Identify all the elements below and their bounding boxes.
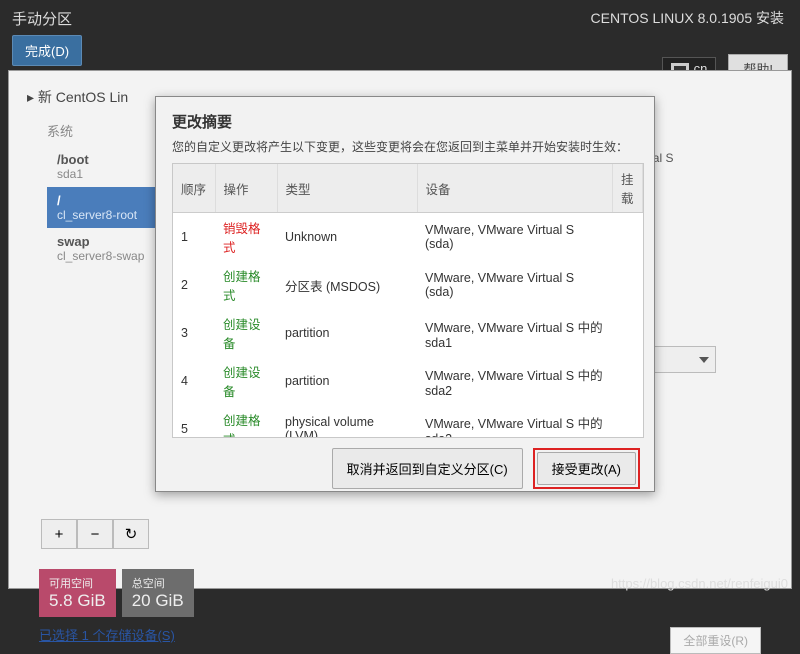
summary-dialog: 更改摘要 您的自定义更改将产生以下变更，这些变更将会在您返回到主菜单并开始安装时… <box>155 96 655 492</box>
total-space-label: 总空间 <box>132 575 184 591</box>
reload-button[interactable]: ↻ <box>113 519 149 549</box>
cell-device: VMware, VMware Virtual S 中的 sda1 <box>417 309 613 357</box>
cell-type: 分区表 (MSDOS) <box>277 261 417 309</box>
available-space-label: 可用空间 <box>49 575 106 591</box>
col-order[interactable]: 顺序 <box>173 164 215 213</box>
total-space-value: 20 GiB <box>132 591 184 611</box>
available-space-value: 5.8 GiB <box>49 591 106 611</box>
accept-button[interactable]: 接受更改(A) <box>537 452 636 485</box>
cell-operation: 销毁格式 <box>215 213 277 262</box>
accept-highlight: 接受更改(A) <box>533 448 640 489</box>
cell-order: 5 <box>173 405 215 438</box>
cell-device: VMware, VMware Virtual S 中的 sda2 <box>417 357 613 405</box>
installer-label: CENTOS LINUX 8.0.1905 安装 <box>591 8 784 28</box>
available-space-box: 可用空间 5.8 GiB <box>39 569 116 617</box>
cell-mount <box>613 213 643 262</box>
cell-type: partition <box>277 309 417 357</box>
cell-order: 4 <box>173 357 215 405</box>
watermark-text: https://blog.csdn.net/renfeigui0 <box>611 576 788 591</box>
table-row[interactable]: 1销毁格式UnknownVMware, VMware Virtual S (sd… <box>173 213 643 262</box>
table-row[interactable]: 5创建格式physical volume (LVM)VMware, VMware… <box>173 405 643 438</box>
cell-order: 3 <box>173 309 215 357</box>
cell-order: 2 <box>173 261 215 309</box>
cell-type: Unknown <box>277 213 417 262</box>
reset-all-button[interactable]: 全部重设(R) <box>670 627 761 654</box>
cell-device: VMware, VMware Virtual S (sda) <box>417 213 613 262</box>
col-mount[interactable]: 挂载 <box>613 164 643 213</box>
table-row[interactable]: 2创建格式分区表 (MSDOS)VMware, VMware Virtual S… <box>173 261 643 309</box>
cell-operation: 创建格式 <box>215 405 277 438</box>
table-row[interactable]: 4创建设备partitionVMware, VMware Virtual S 中… <box>173 357 643 405</box>
done-button[interactable]: 完成(D) <box>12 35 82 66</box>
cancel-button[interactable]: 取消并返回到自定义分区(C) <box>332 448 523 489</box>
table-row[interactable]: 3创建设备partitionVMware, VMware Virtual S 中… <box>173 309 643 357</box>
remove-mount-button[interactable]: − <box>77 519 113 549</box>
col-type[interactable]: 类型 <box>277 164 417 213</box>
col-device[interactable]: 设备 <box>417 164 613 213</box>
cell-type: physical volume (LVM) <box>277 405 417 438</box>
cell-mount <box>613 357 643 405</box>
dialog-title: 更改摘要 <box>156 97 654 138</box>
changes-table: 顺序 操作 类型 设备 挂载 1销毁格式UnknownVMware, VMwar… <box>173 164 643 438</box>
cell-type: partition <box>277 357 417 405</box>
add-mount-button[interactable]: + <box>41 519 77 549</box>
cell-operation: 创建设备 <box>215 357 277 405</box>
storage-devices-link[interactable]: 已选择 1 个存储设备(S) <box>39 625 175 644</box>
dialog-description: 您的自定义更改将产生以下变更，这些变更将会在您返回到主菜单并开始安装时生效： <box>156 138 654 163</box>
space-summary: 可用空间 5.8 GiB 总空间 20 GiB <box>39 569 194 617</box>
table-body: 1销毁格式UnknownVMware, VMware Virtual S (sd… <box>173 213 643 439</box>
cell-mount <box>613 309 643 357</box>
table-header-row: 顺序 操作 类型 设备 挂载 <box>173 164 643 213</box>
cell-mount <box>613 405 643 438</box>
cell-operation: 创建格式 <box>215 261 277 309</box>
changes-table-wrap: 顺序 操作 类型 设备 挂载 1销毁格式UnknownVMware, VMwar… <box>172 163 644 438</box>
header-left: 手动分区 完成(D) <box>12 8 82 66</box>
cell-device: VMware, VMware Virtual S (sda) <box>417 261 613 309</box>
cell-operation: 创建设备 <box>215 309 277 357</box>
col-operation[interactable]: 操作 <box>215 164 277 213</box>
mount-toolbar: + − ↻ <box>41 519 149 549</box>
cell-device: VMware, VMware Virtual S 中的 sda2 <box>417 405 613 438</box>
dialog-button-row: 取消并返回到自定义分区(C) 接受更改(A) <box>156 438 654 491</box>
cell-mount <box>613 261 643 309</box>
total-space-box: 总空间 20 GiB <box>122 569 194 617</box>
cell-order: 1 <box>173 213 215 262</box>
page-title: 手动分区 <box>12 8 82 29</box>
chevron-down-icon <box>699 357 709 363</box>
